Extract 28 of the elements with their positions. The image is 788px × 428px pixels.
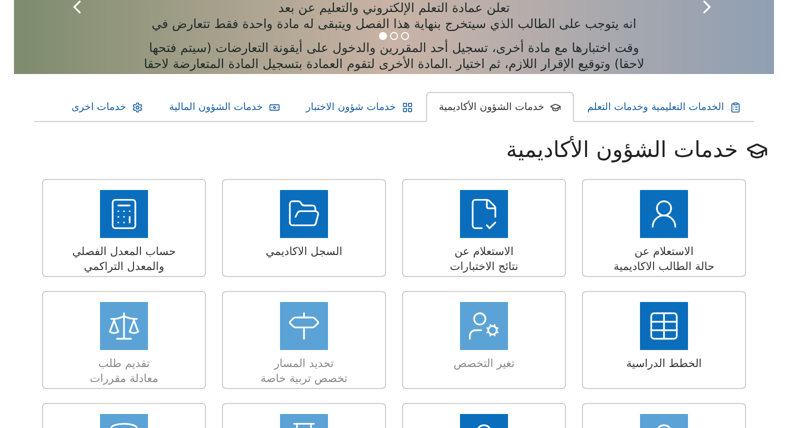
- card-label: حساب المعدل الفصلي: [72, 244, 176, 259]
- section-heading: خدمات الشؤون الأكاديمية: [506, 135, 738, 165]
- service-card[interactable]: الاستعلام عن نتائج الاختبارات: [402, 179, 566, 277]
- announcement-text: تعلن عمادة التعلم الإلكتروني والتعليم عن بعد: [278, 0, 510, 16]
- card-label: والمعدل التراكمي: [82, 259, 166, 274]
- service-card[interactable]: الخطط الدراسية: [582, 291, 746, 389]
- tab[interactable]: خدمات اخرى: [58, 92, 156, 122]
- card-label: الخطط الدراسية: [626, 356, 702, 371]
- announcement-text: لاحقا) وتوقيع الإقرار اللازم، ثم اختيار .المادة الأخرى لتقوم العمادة بتسجيل المادة المتعارضة لاحقا: [144, 56, 644, 72]
- tab[interactable]: خدمات الشؤون المالية: [156, 92, 293, 122]
- service-card[interactable]: السجل الاكاديمي: [222, 179, 386, 277]
- card-label: تخصص تربية خاصة: [260, 371, 348, 386]
- tab[interactable]: الخدمات التعليمية وخدمات التعلم: [574, 92, 754, 122]
- announcement-text: انه يتوجب على الطالب الذي سيتخرج بنهاية هذا الفصل ويتبقى له مادة واحدة فقط تتعارض في: [152, 16, 636, 32]
- card-label: معادلة مقررات: [90, 371, 158, 386]
- card-label: الاستعلام عن: [634, 244, 694, 259]
- card-label: تقديم طلب: [97, 356, 151, 371]
- card-label: الاستعلام عن: [454, 244, 514, 259]
- service-card[interactable]: حساب المعدل الفصلي والمعدل التراكمي: [42, 179, 206, 277]
- card-label: حالة الطالب الاكاديمية: [614, 259, 714, 274]
- tab[interactable]: خدمات شؤون الاختبار: [292, 92, 426, 122]
- service-card[interactable]: الاستعلام عن حالة الطالب الاكاديمية: [582, 179, 746, 277]
- card-label: تغير التخصص: [453, 356, 515, 371]
- announcement-text: وقت اختبارها مع مادة أخرى، تسجيل أحد المقررين والدخول على أيقونة التعارضات (سيتم فتحها: [148, 40, 640, 56]
- card-label: نتائج الاختبارات: [450, 259, 518, 274]
- card-label: السجل الاكاديمي: [266, 244, 342, 259]
- tab[interactable]: خدمات الشؤون الأكاديمية: [426, 92, 574, 122]
- card-label: تحديد المسار: [272, 356, 335, 371]
